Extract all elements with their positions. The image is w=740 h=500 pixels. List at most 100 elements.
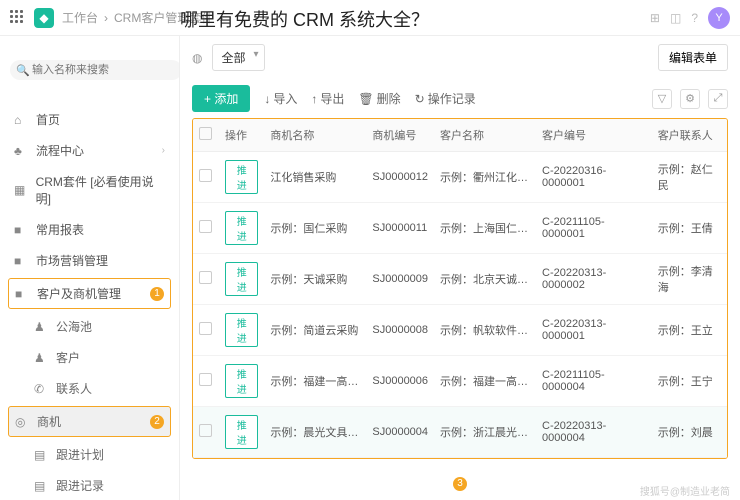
- cell-code: SJ0000004: [366, 407, 434, 458]
- import-button[interactable]: ↓ 导入: [264, 90, 297, 107]
- add-button[interactable]: + 添加: [192, 85, 250, 112]
- table-row[interactable]: 推进 示例：天诚采购 SJ0000009 示例：北京天诚软件… C-202203…: [193, 254, 727, 305]
- sidebar-item[interactable]: ▤ 跟进计划: [0, 439, 179, 470]
- table-row[interactable]: 推进 示例：晨光文具设备… SJ0000004 示例：浙江晨光文具… C-202…: [193, 407, 727, 458]
- sidebar-item-label: 联系人: [56, 380, 92, 397]
- cell-customer: 示例：浙江晨光文具…: [440, 424, 530, 440]
- cell-name: 示例：晨光文具设备…: [270, 424, 360, 440]
- nav-icon: ▤: [34, 448, 48, 462]
- filter-bar: ◍ 全部 编辑表单: [180, 36, 740, 79]
- sidebar-item[interactable]: ♣流程中心›: [0, 135, 179, 166]
- cell-custcode: C-20220313-0000004: [536, 407, 652, 458]
- table-header: 客户联系人: [652, 119, 727, 152]
- topbar-right: ⊞ ◫ ? Y: [650, 7, 730, 29]
- sidebar-item[interactable]: ▦CRM套件 [必看使用说明]: [0, 166, 179, 214]
- nav-icon: ⌂: [14, 113, 28, 127]
- cell-code: SJ0000011: [366, 203, 434, 254]
- filter-icon[interactable]: ▽: [652, 89, 672, 109]
- breadcrumb-workspace[interactable]: 工作台: [62, 9, 98, 26]
- cell-code: SJ0000006: [366, 356, 434, 407]
- sidebar-item[interactable]: ■市场营销管理: [0, 245, 179, 276]
- main-content: ◍ 全部 编辑表单 + 添加 ↓ 导入 ↑ 导出 🗑 删除 ↻ 操作记录 ▽ ⚙…: [180, 36, 740, 500]
- sidebar-item-label: 首页: [36, 111, 60, 128]
- cell-contact: 示例：王倩: [652, 203, 727, 254]
- search-icon: 🔍: [16, 64, 30, 77]
- sidebar-item-label: 常用报表: [36, 221, 84, 238]
- push-button[interactable]: 推进: [225, 415, 258, 449]
- annotation-marker-3: 3: [453, 477, 467, 491]
- push-button[interactable]: 推进: [225, 364, 258, 398]
- cell-name: 示例：福建一高3月订单: [270, 373, 360, 389]
- checkbox-all[interactable]: [199, 127, 212, 140]
- cell-custcode: C-20220316-0000001: [536, 152, 652, 203]
- chevron-right-icon: ›: [162, 145, 165, 156]
- push-button[interactable]: 推进: [225, 211, 258, 245]
- nav-icon: ■: [14, 223, 28, 237]
- search-input[interactable]: [10, 60, 180, 80]
- logo-icon: ◆: [34, 8, 54, 28]
- cell-contact: 示例：王宁: [652, 356, 727, 407]
- sidebar-item-label: CRM套件 [必看使用说明]: [36, 173, 165, 207]
- table-header: 客户名称: [434, 119, 536, 152]
- push-button[interactable]: 推进: [225, 262, 258, 296]
- sidebar-item[interactable]: ■ 常用报表: [0, 214, 179, 245]
- row-checkbox[interactable]: [199, 424, 212, 437]
- log-button[interactable]: ↻ 操作记录: [415, 90, 476, 107]
- sidebar-item[interactable]: ■ 客户及商机管理 1: [8, 278, 171, 309]
- table-header: 商机名称: [264, 119, 366, 152]
- cell-customer: 示例：北京天诚软件…: [440, 271, 530, 287]
- table-row[interactable]: 推进 示例：简道云采购 SJ0000008 示例：帆软软件有限公司 C-2022…: [193, 305, 727, 356]
- table-row[interactable]: 推进 示例：福建一高3月订单 SJ0000006 示例：福建一高集团 C-202…: [193, 356, 727, 407]
- chevron-right-icon: ›: [104, 11, 108, 25]
- sidebar-item-label: 跟进计划: [56, 446, 104, 463]
- sidebar-item[interactable]: ♟客户: [0, 342, 179, 373]
- sidebar-item[interactable]: ◎商机2: [8, 406, 171, 437]
- delete-button[interactable]: 🗑 删除: [358, 90, 400, 107]
- globe-icon: ◍: [192, 51, 202, 65]
- cell-custcode: C-20220313-0000001: [536, 305, 652, 356]
- cell-contact: 示例：赵仁民: [652, 152, 727, 203]
- cell-code: SJ0000012: [366, 152, 434, 203]
- row-checkbox[interactable]: [199, 169, 212, 182]
- row-checkbox[interactable]: [199, 322, 212, 335]
- row-checkbox[interactable]: [199, 271, 212, 284]
- sidebar-item[interactable]: ⌂ 首页: [0, 104, 179, 135]
- nav-icon: ♣: [14, 144, 28, 158]
- settings-icon[interactable]: ⚙: [680, 89, 700, 109]
- edit-form-button[interactable]: 编辑表单: [658, 44, 728, 71]
- table-row[interactable]: 推进 江化销售采购 SJ0000012 示例：衢州江化集团 C-20220316…: [193, 152, 727, 203]
- cell-contact: 示例：李清海: [652, 254, 727, 305]
- annotation-marker: 2: [150, 415, 164, 429]
- sidebar-item[interactable]: ▤跟进记录: [0, 470, 179, 500]
- nav-icon: ■: [15, 287, 29, 301]
- nav-icon: ▤: [34, 479, 48, 493]
- annotation-marker: 1: [150, 287, 164, 301]
- cell-name: 示例：天诚采购: [270, 271, 360, 287]
- help-icon[interactable]: ?: [691, 11, 698, 25]
- row-checkbox[interactable]: [199, 373, 212, 386]
- sidebar-item-label: 市场营销管理: [36, 252, 108, 269]
- export-button[interactable]: ↑ 导出: [311, 90, 344, 107]
- sidebar-item-label: 客户及商机管理: [37, 285, 121, 302]
- row-checkbox[interactable]: [199, 220, 212, 233]
- table-header: 操作: [219, 119, 264, 152]
- filter-select[interactable]: 全部: [212, 44, 264, 71]
- table-header: [193, 119, 219, 152]
- push-button[interactable]: 推进: [225, 313, 258, 347]
- cell-customer: 示例：福建一高集团: [440, 373, 530, 389]
- cell-customer: 示例：衢州江化集团: [440, 169, 530, 185]
- sidebar-item[interactable]: ♟公海池: [0, 311, 179, 342]
- cell-code: SJ0000009: [366, 254, 434, 305]
- table-header: 客户编号: [536, 119, 652, 152]
- push-button[interactable]: 推进: [225, 160, 258, 194]
- avatar[interactable]: Y: [708, 7, 730, 29]
- table-row[interactable]: 推进 示例：国仁采购 SJ0000011 示例：上海国仁有限… C-202111…: [193, 203, 727, 254]
- cell-custcode: C-20211105-0000001: [536, 203, 652, 254]
- cell-custcode: C-20211105-0000004: [536, 356, 652, 407]
- inbox-icon[interactable]: ◫: [670, 11, 681, 25]
- apps-grid-icon[interactable]: [10, 10, 26, 26]
- sidebar-item[interactable]: ✆联系人: [0, 373, 179, 404]
- data-table: 操作商机名称商机编号客户名称客户编号客户联系人 推进 江化销售采购 SJ0000…: [192, 118, 728, 459]
- notification-icon[interactable]: ⊞: [650, 11, 660, 25]
- expand-icon[interactable]: ⤢: [708, 89, 728, 109]
